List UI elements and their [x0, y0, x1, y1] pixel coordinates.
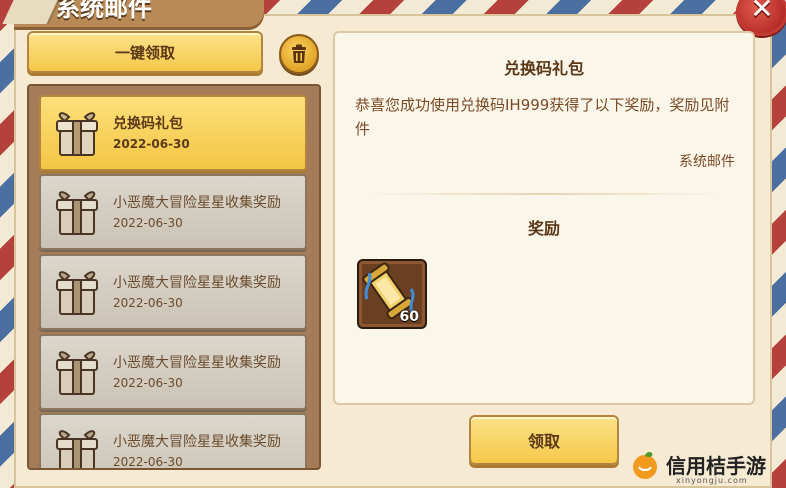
claim-all-button[interactable]: 一键领取	[27, 31, 263, 73]
mail-item-title: 小恶魔大冒险星星收集奖励	[113, 195, 281, 211]
gift-box-icon	[56, 112, 98, 156]
divider	[365, 193, 723, 195]
window-title-tab: 系统邮件	[2, 0, 264, 30]
mail-detail-panel: 兑换码礼包 恭喜您成功使用兑换码IH999获得了以下奖励，奖励见附件 系统邮件 …	[333, 31, 755, 405]
mail-list[interactable]: 兑换码礼包 2022-06-30 小恶魔大冒险星星收集奖励 2022-06-30…	[27, 84, 321, 470]
watermark-text: 信用桔手游	[666, 454, 766, 478]
claim-button[interactable]: 领取	[469, 415, 619, 465]
envelope-corner	[2, 0, 61, 24]
reward-item-slot[interactable]: 60	[357, 259, 427, 329]
close-icon: ✕	[750, 0, 774, 25]
mail-item[interactable]: 兑换码礼包 2022-06-30	[39, 95, 307, 171]
mail-detail-title: 兑换码礼包	[503, 59, 584, 78]
mail-item[interactable]: 小恶魔大冒险星星收集奖励 2022-06-30	[39, 174, 307, 250]
mail-item-date: 2022-06-30	[113, 137, 190, 151]
mail-item-title: 小恶魔大冒险星星收集奖励	[113, 275, 281, 291]
mail-item-title: 小恶魔大冒险星星收集奖励	[113, 434, 281, 450]
mail-item-date: 2022-06-30	[113, 376, 183, 390]
gift-box-icon	[56, 351, 98, 395]
gift-box-icon	[56, 271, 98, 315]
reward-heading: 奖励	[527, 219, 560, 238]
gift-box-icon	[56, 430, 98, 468]
delete-mail-button[interactable]	[279, 34, 319, 74]
gift-box-icon	[56, 191, 98, 235]
mail-item[interactable]: 小恶魔大冒险星星收集奖励 2022-06-30	[39, 254, 307, 330]
mail-item[interactable]: 小恶魔大冒险星星收集奖励 2022-06-30	[39, 334, 307, 410]
mail-item-title: 兑换码礼包	[113, 116, 183, 132]
mail-sender: 系统邮件	[679, 154, 735, 170]
mail-detail-body: 恭喜您成功使用兑换码IH999获得了以下奖励，奖励见附件	[355, 96, 730, 138]
orange-logo-icon	[633, 452, 657, 479]
window-title: 系统邮件	[56, 0, 152, 22]
mail-item-title: 小恶魔大冒险星星收集奖励	[113, 355, 281, 371]
mail-item[interactable]: 小恶魔大冒险星星收集奖励 2022-06-30	[39, 413, 307, 469]
reward-quantity: 60	[399, 309, 419, 325]
trash-icon	[292, 44, 306, 63]
watermark-subtext: xinyongju.com	[676, 476, 748, 485]
mail-item-date: 2022-06-30	[113, 216, 183, 230]
site-watermark: 信用桔手游 xinyongju.com	[630, 448, 786, 488]
mail-item-date: 2022-06-30	[113, 455, 183, 469]
mail-item-date: 2022-06-30	[113, 296, 183, 310]
